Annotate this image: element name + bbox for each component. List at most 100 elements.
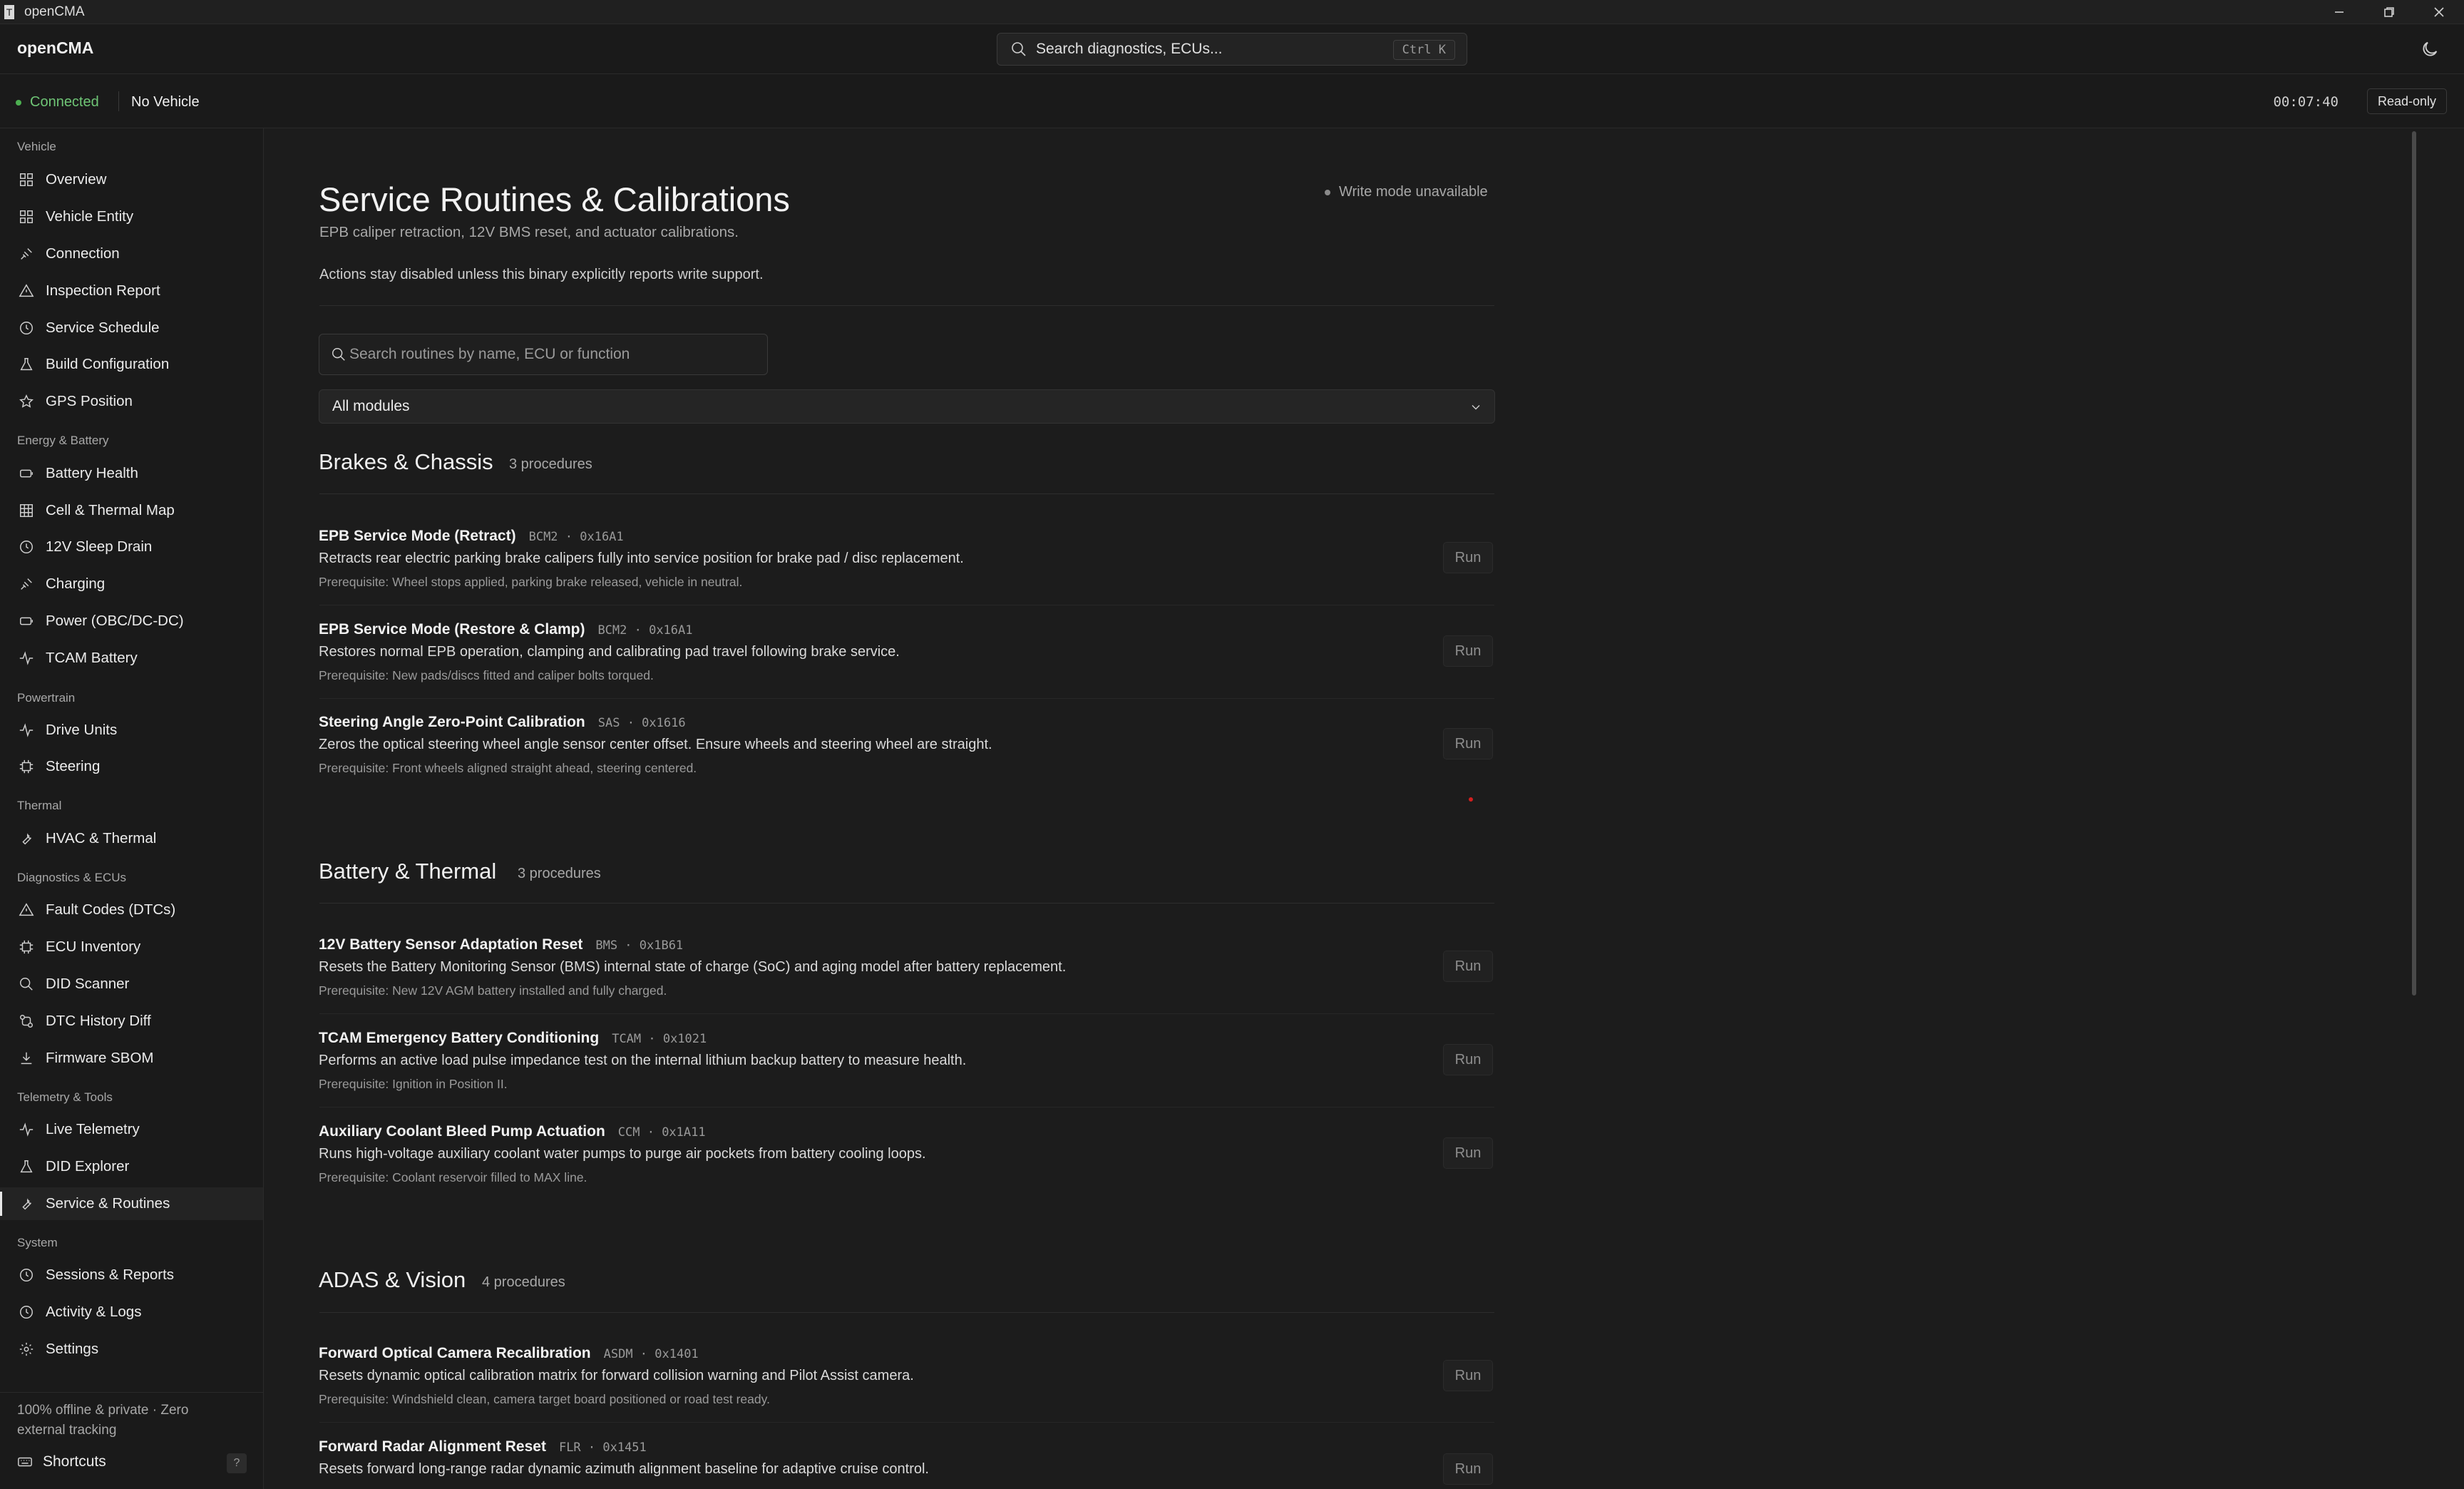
routine-prerequisite: Prerequisite: New 12V AGM battery instal… <box>319 983 667 998</box>
group-title: ADAS & Vision <box>319 1267 466 1292</box>
minimize-icon[interactable] <box>2314 0 2364 24</box>
close-icon[interactable] <box>2414 0 2464 24</box>
routine-title: TCAM Emergency Battery Conditioning TCAM … <box>319 1030 707 1047</box>
status-divider <box>118 91 119 111</box>
gear-icon <box>19 1342 34 1356</box>
restore-icon[interactable] <box>2364 0 2414 24</box>
sidebar-item-settings[interactable]: Settings <box>0 1333 263 1366</box>
sidebar-item-label: Charging <box>46 575 106 592</box>
nav-section-powertrain: Powertrain <box>17 691 76 705</box>
write-mode-status: Write mode unavailable <box>1325 184 1488 200</box>
row-divider <box>319 698 1494 699</box>
sidebar-item-did-scanner[interactable]: DID Scanner <box>0 968 263 1001</box>
sidebar-item-label: 12V Sleep Drain <box>46 538 153 555</box>
run-button[interactable]: Run <box>1443 728 1493 759</box>
connection-dot-icon <box>16 99 21 106</box>
vehicle-status: No Vehicle <box>131 94 200 110</box>
star-icon <box>19 394 34 408</box>
connection-status: Connected <box>16 94 99 111</box>
plug-icon <box>21 248 32 260</box>
diff-icon <box>20 1015 33 1028</box>
sidebar-item-label: Power (OBC/DC-DC) <box>46 613 184 629</box>
sidebar-item-fault-codes[interactable]: Fault Codes (DTCs) <box>0 894 263 926</box>
sidebar-item-charging[interactable]: Charging <box>0 568 263 600</box>
routine-description: Resets the Battery Monitoring Sensor (BM… <box>319 959 1067 975</box>
run-button[interactable]: Run <box>1443 1360 1493 1391</box>
window-controls <box>2314 0 2464 24</box>
sidebar-item-service-schedule[interactable]: Service Schedule <box>0 312 263 344</box>
group-divider <box>319 1312 1494 1313</box>
search-shortcut-hint: Ctrl K <box>1392 40 1455 60</box>
sidebar-item-connection[interactable]: Connection <box>0 237 263 270</box>
sidebar-item-sessions-reports[interactable]: Sessions & Reports <box>0 1259 263 1291</box>
sidebar-item-sleep-drain[interactable]: 12V Sleep Drain <box>0 531 263 563</box>
row-divider <box>319 1422 1494 1423</box>
global-search[interactable]: Search diagnostics, ECUs... Ctrl K <box>997 33 1467 66</box>
sidebar-item-build-configuration[interactable]: Build Configuration <box>0 348 263 381</box>
sidebar-item-steering[interactable]: Steering <box>0 750 263 783</box>
activity-pulse-icon <box>19 651 34 665</box>
routine-prerequisite: Prerequisite: Wheel stops applied, parki… <box>319 575 743 589</box>
run-button[interactable]: Run <box>1443 1453 1493 1485</box>
sidebar-item-tcam-battery[interactable]: TCAM Battery <box>0 642 263 675</box>
routine-prerequisite: Prerequisite: Coolant reservoir filled t… <box>319 1170 587 1184</box>
sidebar-item-label: Inspection Report <box>46 282 160 299</box>
sidebar-item-did-explorer[interactable]: DID Explorer <box>0 1150 263 1183</box>
sidebar-item-ecu-inventory[interactable]: ECU Inventory <box>0 931 263 963</box>
flask-icon <box>20 1160 33 1173</box>
sidebar-item-dtc-history-diff[interactable]: DTC History Diff <box>0 1005 263 1038</box>
nav-section-telemetry: Telemetry & Tools <box>17 1090 113 1104</box>
routine-ecu-tag: SAS · 0x1616 <box>597 716 686 730</box>
sidebar-item-label: Connection <box>46 245 120 262</box>
sidebar-item-cell-thermal-map[interactable]: Cell & Thermal Map <box>0 494 263 527</box>
write-mode-label: Write mode unavailable <box>1339 184 1488 200</box>
run-button[interactable]: Run <box>1443 1044 1493 1075</box>
nav-section-system: System <box>17 1236 58 1249</box>
routine-title: Forward Radar Alignment Reset FLR · 0x145… <box>319 1438 647 1455</box>
group-divider <box>319 903 1494 904</box>
sidebar-item-activity-logs[interactable]: Activity & Logs <box>0 1296 263 1329</box>
run-button[interactable]: Run <box>1443 951 1493 982</box>
nav-section-vehicle: Vehicle <box>17 140 56 153</box>
battery-icon <box>20 617 33 625</box>
connection-label: Connected <box>30 94 99 110</box>
sidebar-item-battery-health[interactable]: Battery Health <box>0 457 263 490</box>
sidebar-item-inspection-report[interactable]: Inspection Report <box>0 275 263 307</box>
run-button[interactable]: Run <box>1443 1137 1493 1169</box>
status-dot-icon <box>1325 189 1330 195</box>
sidebar-item-label: Settings <box>46 1341 99 1357</box>
grid-icon <box>20 173 33 186</box>
run-button[interactable]: Run <box>1443 635 1493 667</box>
sidebar-item-label: DTC History Diff <box>46 1013 151 1029</box>
session-timer: 00:07:40 <box>2273 94 2339 110</box>
sidebar-item-overview[interactable]: Overview <box>0 163 263 196</box>
shortcuts-button[interactable]: Shortcuts <box>17 1453 106 1470</box>
sidebar-item-label: Live Telemetry <box>46 1121 140 1137</box>
shortcuts-key-badge: ? <box>227 1453 247 1473</box>
sidebar-item-live-telemetry[interactable]: Live Telemetry <box>0 1113 263 1146</box>
sidebar-item-gps-position[interactable]: GPS Position <box>0 385 263 418</box>
routine-search-input[interactable]: Search routines by name, ECU or function <box>319 334 768 375</box>
group-count: 3 procedures <box>509 456 592 472</box>
sidebar-item-service-routines[interactable]: Service & Routines <box>0 1187 263 1220</box>
sidebar-item-label: HVAC & Thermal <box>46 830 157 846</box>
routine-description: Resets dynamic optical calibration matri… <box>319 1368 914 1383</box>
chip-icon <box>19 940 34 954</box>
sidebar-item-drive-units[interactable]: Drive Units <box>0 714 263 747</box>
sidebar-item-hvac-thermal[interactable]: HVAC & Thermal <box>0 822 263 855</box>
wrench-icon <box>22 1198 31 1210</box>
app-icon: T <box>4 4 14 19</box>
routine-name: 12V Battery Sensor Adaptation Reset <box>319 936 583 953</box>
sidebar-item-power[interactable]: Power (OBC/DC-DC) <box>0 605 263 638</box>
run-button[interactable]: Run <box>1443 542 1493 573</box>
sidebar-item-firmware-sbom[interactable]: Firmware SBOM <box>0 1042 263 1075</box>
routine-title: EPB Service Mode (Restore & Clamp) BCM2 ·… <box>319 621 693 638</box>
routine-prerequisite: Prerequisite: Front wheels aligned strai… <box>319 761 697 775</box>
main-scrollbar[interactable] <box>2412 131 2416 996</box>
routine-name: EPB Service Mode (Restore & Clamp) <box>319 621 585 638</box>
sidebar-item-label: Service Schedule <box>46 319 160 336</box>
theme-toggle-moon-icon[interactable] <box>2420 39 2440 59</box>
module-filter-select[interactable]: All modules <box>319 389 1495 424</box>
sidebar-item-label: TCAM Battery <box>46 650 138 666</box>
sidebar-item-vehicle-entity[interactable]: Vehicle Entity <box>0 200 263 233</box>
